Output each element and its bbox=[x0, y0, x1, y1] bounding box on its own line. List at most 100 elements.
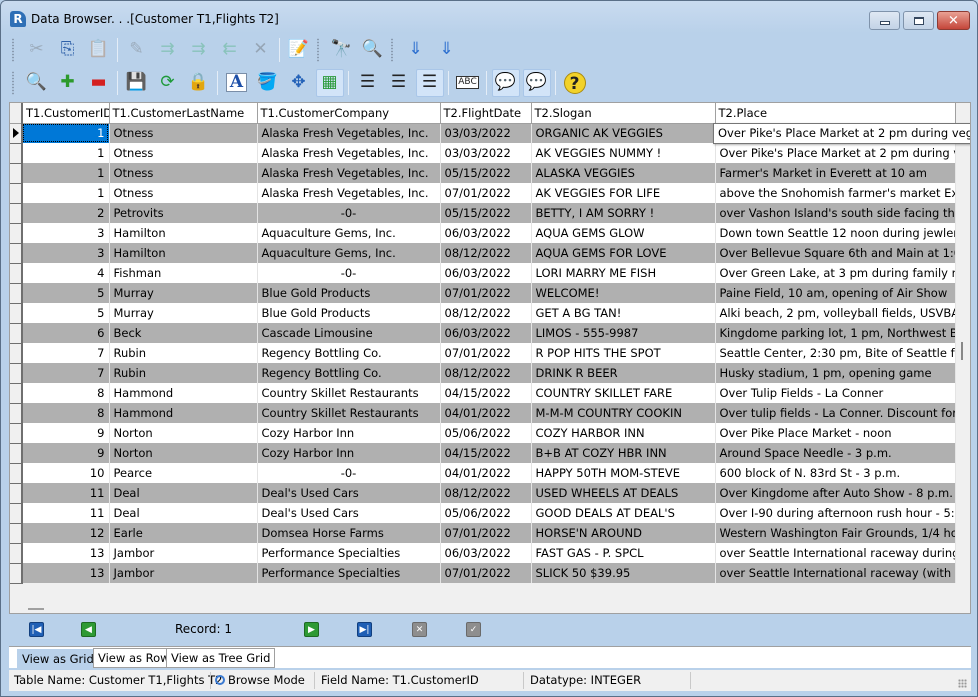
grid-lines-button[interactable]: ▦ bbox=[315, 68, 344, 97]
grid-cell[interactable]: 06/03/2022 bbox=[440, 543, 532, 563]
grid-cell[interactable]: Fishman bbox=[109, 263, 258, 283]
row-selector[interactable] bbox=[10, 143, 23, 164]
align-center-button[interactable]: ☰ bbox=[385, 69, 413, 97]
grid-cell[interactable]: Alaska Fresh Vegetables, Inc. bbox=[257, 143, 441, 163]
grid-cell[interactable]: WELCOME! bbox=[531, 283, 716, 303]
find-in-table-button[interactable]: 🔭 bbox=[328, 36, 356, 64]
grid-cell[interactable]: 03/03/2022 bbox=[440, 123, 532, 143]
edit-button[interactable]: ✎ bbox=[123, 36, 151, 64]
tab-view-as-row[interactable]: View as Row bbox=[93, 648, 175, 668]
grid-cell[interactable]: B+B AT COZY HBR INN bbox=[531, 443, 716, 463]
grid-cell[interactable]: LIMOS - 555-9987 bbox=[531, 323, 716, 343]
grid-cell[interactable]: 05/06/2022 bbox=[440, 503, 532, 523]
column-header[interactable]: T1.CustomerLastName bbox=[109, 103, 258, 124]
grid-cell[interactable]: 1 bbox=[22, 183, 110, 203]
grid-cell[interactable]: Alaska Fresh Vegetables, Inc. bbox=[257, 123, 441, 143]
grid-cell[interactable]: Petrovits bbox=[109, 203, 258, 223]
clear-sort-button[interactable]: ⇓ bbox=[433, 36, 461, 64]
grid-cell[interactable]: 07/01/2022 bbox=[440, 563, 532, 583]
row-selector[interactable] bbox=[10, 423, 23, 444]
grid-cell[interactable]: 05/06/2022 bbox=[440, 423, 532, 443]
row-selector[interactable] bbox=[10, 503, 23, 524]
grid-cell[interactable]: 9 bbox=[22, 443, 110, 463]
add-record-button[interactable]: ✚ bbox=[54, 69, 82, 97]
paste-button[interactable]: 📋 bbox=[85, 36, 113, 64]
grid-cell[interactable]: Alaska Fresh Vegetables, Inc. bbox=[257, 183, 441, 203]
grid-cell[interactable]: 08/12/2022 bbox=[440, 243, 532, 263]
grid-cell[interactable]: USED WHEELS AT DEALS bbox=[531, 483, 716, 503]
remove-record-button[interactable]: ▬ bbox=[85, 69, 113, 97]
previous-record-button[interactable]: ◀ bbox=[81, 622, 96, 637]
grid-cell[interactable]: Otness bbox=[109, 163, 258, 183]
row-selector[interactable] bbox=[10, 523, 23, 544]
row-selector[interactable] bbox=[10, 123, 23, 144]
grid-cell[interactable]: ALASKA VEGGIES bbox=[531, 163, 716, 183]
grid-cell[interactable]: Country Skillet Restaurants bbox=[257, 383, 441, 403]
grid-cell[interactable]: 04/15/2022 bbox=[440, 383, 532, 403]
table-row[interactable]: 5 Murray Blue Gold Products 07/01/2022 WELCO… bbox=[10, 283, 956, 304]
grid-cell[interactable]: 600 block of N. 83rd St - 3 p.m. bbox=[715, 463, 956, 483]
grid-cell[interactable]: above the Snohomish farmer's market Expo… bbox=[715, 183, 956, 203]
grid-cell[interactable]: 8 bbox=[22, 403, 110, 423]
grid-cell[interactable]: Hammond bbox=[109, 383, 258, 403]
grid-cell[interactable]: M-M-M COUNTRY COOKIN bbox=[531, 403, 716, 423]
align-left-button[interactable]: ☰ bbox=[354, 69, 382, 97]
grid-cell[interactable]: 07/01/2022 bbox=[440, 523, 532, 543]
cut-button[interactable]: ✂ bbox=[23, 36, 51, 64]
grid-cell[interactable]: Cozy Harbor Inn bbox=[257, 423, 441, 443]
grid-cell[interactable]: COZY HARBOR INN bbox=[531, 423, 716, 443]
grid-cell[interactable]: Jambor bbox=[109, 543, 258, 563]
table-row[interactable]: 9 Norton Cozy Harbor Inn 05/06/2022 COZY HAR… bbox=[10, 423, 956, 444]
table-row[interactable]: 5 Murray Blue Gold Products 08/12/2022 GET A… bbox=[10, 303, 956, 324]
toolbar-grip[interactable] bbox=[11, 37, 15, 62]
grid-cell[interactable]: 06/03/2022 bbox=[440, 223, 532, 243]
grid-cell[interactable]: Over Green Lake, at 3 pm during family r… bbox=[715, 263, 956, 283]
grid-cell[interactable]: Over Pike's Place Market at 2 pm during … bbox=[715, 143, 956, 163]
table-row[interactable]: 4 Fishman -0- 06/03/2022 LORI MARRY ME FISH O… bbox=[10, 263, 956, 284]
grid-cell[interactable]: Otness bbox=[109, 143, 258, 163]
vertical-scrollbar[interactable] bbox=[961, 342, 963, 360]
row-selector[interactable] bbox=[10, 243, 23, 264]
grid-cell[interactable]: Farmer's Market in Everett at 10 am bbox=[715, 163, 956, 183]
grid-cell[interactable]: R POP HITS THE SPOT bbox=[531, 343, 716, 363]
grid-cell[interactable]: 4 bbox=[22, 263, 110, 283]
save-button[interactable]: 💾 bbox=[123, 69, 151, 97]
grid-cell[interactable]: 07/01/2022 bbox=[440, 283, 532, 303]
grid-cell[interactable]: HORSE'N AROUND bbox=[531, 523, 716, 543]
grid-cell[interactable]: Pearce bbox=[109, 463, 258, 483]
grid-cell[interactable]: Performance Specialties bbox=[257, 563, 441, 583]
grid-cell[interactable]: Hamilton bbox=[109, 223, 258, 243]
grid-cell[interactable]: Paine Field, 10 am, opening of Air Show bbox=[715, 283, 956, 303]
close-button[interactable]: ✕ bbox=[937, 11, 970, 30]
fit-columns-button[interactable]: ✥ bbox=[285, 69, 313, 97]
table-row[interactable]: 13 Jambor Performance Specialties 07/01/202… bbox=[10, 563, 956, 584]
maximize-button[interactable] bbox=[903, 11, 934, 30]
grid-cell[interactable]: GOOD DEALS AT DEAL'S bbox=[531, 503, 716, 523]
toolbar-grip[interactable] bbox=[390, 37, 394, 62]
grid-cell[interactable]: Deal's Used Cars bbox=[257, 483, 441, 503]
row-selector[interactable] bbox=[10, 283, 23, 304]
grid-cell[interactable]: Alki beach, 2 pm, volleyball fields, USV… bbox=[715, 303, 956, 323]
tab-view-as-tree-grid[interactable]: View as Tree Grid bbox=[166, 648, 276, 668]
row-selector[interactable] bbox=[10, 203, 23, 224]
table-row[interactable]: 9 Norton Cozy Harbor Inn 04/15/2022 B+B AT C… bbox=[10, 443, 956, 464]
table-row[interactable]: 1 Otness Alaska Fresh Vegetables, Inc. 03/0… bbox=[10, 143, 956, 164]
grid-cell[interactable]: Alaska Fresh Vegetables, Inc. bbox=[257, 163, 441, 183]
grid-cell[interactable]: SLICK 50 $39.95 bbox=[531, 563, 716, 583]
grid-cell[interactable]: -0- bbox=[257, 463, 441, 483]
row-selector[interactable] bbox=[10, 543, 23, 564]
grid-cell[interactable]: FAST GAS - P. SPCL bbox=[531, 543, 716, 563]
grid-cell[interactable]: Husky stadium, 1 pm, opening game bbox=[715, 363, 956, 383]
grid-cell[interactable]: 1 bbox=[22, 123, 110, 143]
row-selector[interactable] bbox=[10, 343, 23, 364]
grid-cell[interactable]: -0- bbox=[257, 203, 441, 223]
horizontal-scrollbar[interactable] bbox=[28, 608, 44, 610]
row-selector[interactable] bbox=[10, 163, 23, 184]
grid-cell[interactable]: 08/12/2022 bbox=[440, 483, 532, 503]
grid-cell[interactable]: 1 bbox=[22, 163, 110, 183]
grid-cell[interactable]: Deal bbox=[109, 483, 258, 503]
table-row[interactable]: 7 Rubin Regency Bottling Co. 07/01/2022 R PO… bbox=[10, 343, 956, 364]
grid-cell[interactable]: Over Kingdome after Auto Show - 8 p.m. R… bbox=[715, 483, 956, 503]
grid-cell[interactable]: Domsea Horse Farms bbox=[257, 523, 441, 543]
lock-button[interactable]: 🔒 bbox=[185, 69, 213, 97]
